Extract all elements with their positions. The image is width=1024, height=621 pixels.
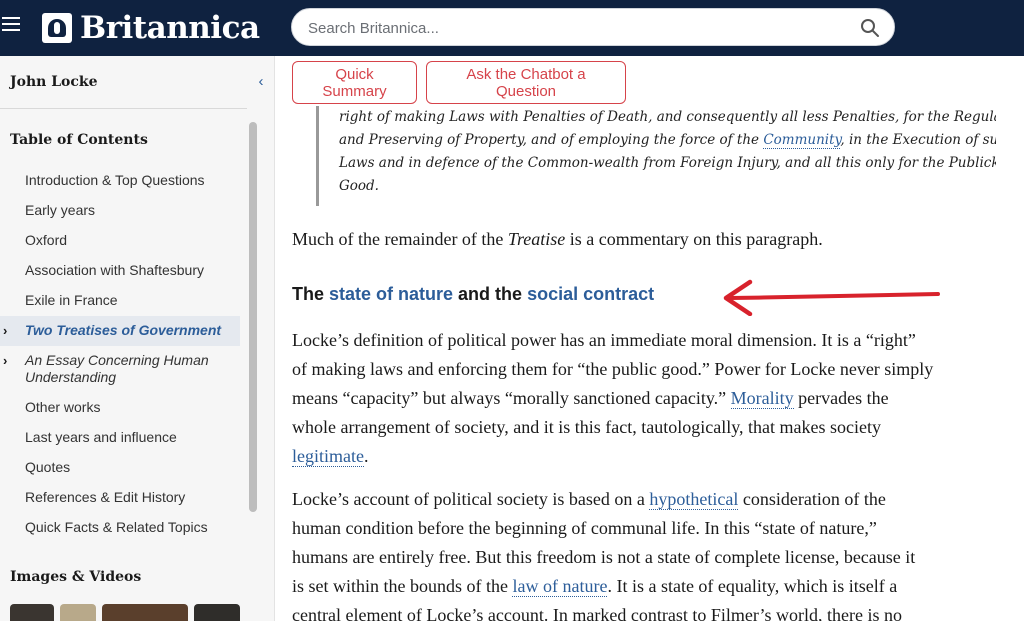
quote-line: Good. (339, 178, 379, 194)
state-of-nature-link[interactable]: state of nature (329, 284, 453, 304)
ask-chatbot-button[interactable]: Ask the Chatbot a Question (426, 61, 626, 104)
search-icon[interactable] (860, 18, 880, 38)
treatise-italic: Treatise (507, 229, 566, 249)
top-header: Britannica (0, 0, 1024, 56)
toc-item-label: Last years and influence (25, 429, 177, 445)
toc-item-exile-in-france[interactable]: Exile in France (0, 286, 247, 316)
toc-item-quotes[interactable]: Quotes (0, 453, 247, 483)
search-input[interactable] (308, 17, 848, 39)
paragraph-text: means “capacity” but always “morally san… (292, 388, 731, 408)
logo-text: Britannica (80, 10, 260, 46)
toc-item-label: Association with Shaftesbury (25, 262, 204, 278)
paragraph-line: central element of Locke’s account. In m… (292, 605, 902, 621)
toc-item-references[interactable]: References & Edit History (0, 483, 247, 513)
toc-item-label: Quotes (25, 459, 71, 475)
paragraph-line: Locke’s account of political society is … (292, 485, 1002, 514)
toc-item-early-years[interactable]: Early years (0, 196, 247, 226)
media-thumbnails (10, 604, 240, 621)
britannica-logo[interactable]: Britannica (42, 10, 260, 46)
law-of-nature-link[interactable]: law of nature (512, 576, 608, 597)
toc-item-label: An Essay Concerning Human Understanding (25, 352, 209, 385)
paragraph-line: is set within the bounds of the law of n… (292, 572, 1002, 601)
toc-item-last-years[interactable]: Last years and influence (0, 423, 247, 453)
paragraph-line: whole arrangement of society, and it is … (292, 417, 881, 437)
toc-item-two-treatises[interactable]: › Two Treatises of Government (0, 316, 240, 346)
sidebar: John Locke ‹ Table of Contents Introduct… (0, 56, 275, 621)
red-arrow-annotation-icon (723, 279, 940, 316)
legitimate-link[interactable]: legitimate (292, 446, 364, 467)
quote-line: Laws and in defence of the Common-wealth… (339, 155, 996, 171)
social-contract-link[interactable]: social contract (527, 284, 654, 304)
block-quote: right of making Laws with Penalties of D… (316, 106, 996, 206)
paragraph-text: is a commentary on this paragraph. (565, 229, 823, 249)
collapse-sidebar-chevron-left-icon[interactable]: ‹ (251, 72, 271, 92)
sidebar-scrollbar[interactable] (249, 122, 257, 512)
search-box[interactable] (291, 8, 895, 46)
toc-item-label: Oxford (25, 232, 68, 248)
thistle-logo-icon (42, 13, 72, 43)
menu-icon[interactable] (2, 17, 22, 37)
paragraph-line: humans are entirely free. But this freed… (292, 547, 916, 567)
paragraph-text: pervades the (793, 388, 889, 408)
sidebar-title: John Locke (10, 74, 98, 90)
portrait-thumbnail[interactable] (10, 604, 54, 621)
heading-text: The (292, 284, 330, 304)
paragraph-text: Much of the remainder of the (292, 229, 508, 249)
quote-text: and Preserving of Property, and of emplo… (339, 132, 764, 148)
paragraph-line: human condition before the beginning of … (292, 518, 877, 538)
paragraph-line: means “capacity” but always “morally san… (292, 384, 1002, 413)
painting-thumbnail[interactable] (102, 604, 188, 621)
toc-list: Introduction & Top Questions Early years… (0, 166, 247, 543)
toc-item-label: Exile in France (25, 292, 118, 308)
toc-title: Table of Contents (10, 132, 148, 148)
paragraph-line: legitimate. (292, 442, 1002, 471)
toc-item-label: Other works (25, 399, 101, 415)
divider (0, 108, 247, 109)
video-thumbnail[interactable] (194, 604, 240, 621)
paragraph-text: is set within the bounds of the (292, 576, 513, 596)
quote-line: right of making Laws with Penalties of D… (339, 109, 996, 125)
paragraph-text: consideration of the (738, 489, 886, 509)
hypothetical-link[interactable]: hypothetical (649, 489, 739, 510)
heading-text: and the (453, 284, 528, 304)
toc-item-shaftesbury[interactable]: Association with Shaftesbury (0, 256, 247, 286)
paragraph-text: . It is a state of equality, which is it… (607, 576, 898, 596)
toc-item-quick-facts[interactable]: Quick Facts & Related Topics (0, 513, 247, 543)
paragraph-remainder: Much of the remainder of the Treatise is… (292, 225, 1002, 254)
toc-item-label: Introduction & Top Questions (25, 172, 205, 188)
toc-item-label: Two Treatises of Government (25, 322, 222, 338)
toc-item-introduction[interactable]: Introduction & Top Questions (0, 166, 247, 196)
paragraph-text: . (363, 446, 369, 466)
chevron-right-icon[interactable]: › (3, 352, 7, 369)
paragraph-line: of making laws and enforcing them for “t… (292, 359, 934, 379)
chevron-right-icon: › (3, 323, 8, 338)
paragraph-political-power: Locke’s definition of political power ha… (292, 326, 1002, 471)
statue-thumbnail[interactable] (60, 604, 96, 621)
images-videos-title: Images & Videos (10, 569, 142, 585)
toc-item-essay-human-understanding[interactable]: › An Essay Concerning Human Understanding (0, 346, 247, 393)
community-link[interactable]: Community (763, 132, 841, 149)
section-heading: The state of nature and the social contr… (292, 284, 654, 305)
quote-text: , in the Execution of such (840, 132, 996, 148)
toc-item-oxford[interactable]: Oxford (0, 226, 247, 256)
toc-item-label: Quick Facts & Related Topics (25, 519, 208, 535)
quick-summary-button[interactable]: Quick Summary (292, 61, 417, 104)
paragraph-text: Locke’s account of political society is … (292, 489, 650, 509)
toc-item-label: References & Edit History (25, 489, 186, 505)
article-main: Quick Summary Ask the Chatbot a Question… (276, 56, 1024, 621)
paragraph-political-society: Locke’s account of political society is … (292, 485, 1002, 621)
paragraph-line: Locke’s definition of political power ha… (292, 330, 916, 350)
quote-line: and Preserving of Property, and of emplo… (339, 129, 996, 152)
toc-item-label: Early years (25, 202, 96, 218)
toc-item-other-works[interactable]: Other works (0, 393, 247, 423)
morality-link[interactable]: Morality (730, 388, 794, 409)
